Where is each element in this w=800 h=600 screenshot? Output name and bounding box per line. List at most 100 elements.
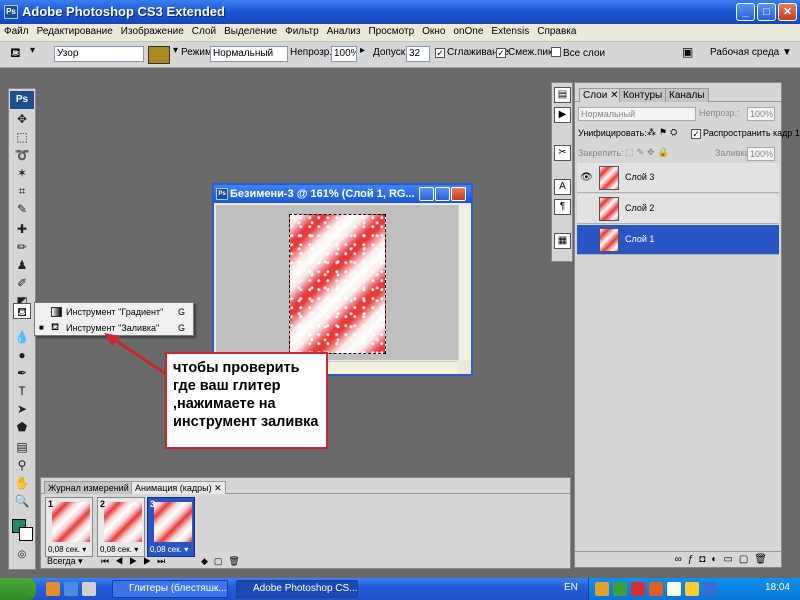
- menu-help[interactable]: Справка: [533, 24, 580, 39]
- clone-stamp-tool-icon[interactable]: ♟: [13, 257, 31, 273]
- menu-edit[interactable]: Редактирование: [33, 24, 117, 39]
- menu-select[interactable]: Выделение: [220, 24, 281, 39]
- taskbar-item-browser[interactable]: Глитеры (блестяшк...: [112, 580, 228, 598]
- notes-tool-icon[interactable]: ▤: [13, 439, 31, 455]
- eye-hidden-icon[interactable]: [580, 234, 592, 246]
- zoom-tool-icon[interactable]: 🔍: [13, 493, 31, 509]
- menu-layer[interactable]: Слой: [188, 24, 220, 39]
- contiguous-checkbox[interactable]: ✓ Смеж.пикс: [496, 47, 558, 58]
- firefox-icon[interactable]: [46, 582, 60, 596]
- character-panel-icon[interactable]: A: [554, 179, 571, 195]
- eye-icon[interactable]: 👁: [580, 172, 593, 184]
- vertical-scrollbar[interactable]: [458, 205, 471, 360]
- close-icon[interactable]: ✕: [610, 90, 618, 101]
- taskbar-item-photoshop[interactable]: Adobe Photoshop CS...: [236, 580, 358, 598]
- menu-extensis[interactable]: Extensis: [487, 24, 533, 39]
- actions-panel-icon[interactable]: ▶: [554, 107, 571, 123]
- tolerance-input[interactable]: 32: [406, 46, 430, 62]
- path-selection-tool-icon[interactable]: ➤: [13, 401, 31, 417]
- close-icon[interactable]: ✕: [214, 483, 222, 493]
- background-color-swatch[interactable]: [19, 527, 33, 541]
- propagate-checkbox[interactable]: ✓ Распространить кадр 1: [691, 128, 800, 139]
- opacity-chevron-icon[interactable]: ▸: [360, 45, 365, 56]
- doc-maximize-button[interactable]: [435, 187, 450, 201]
- frame-edit-buttons[interactable]: ◆▢🗑: [201, 555, 246, 567]
- language-indicator[interactable]: EN: [564, 582, 578, 593]
- tray-icon[interactable]: [613, 582, 627, 596]
- doc-close-button[interactable]: [451, 187, 466, 201]
- menu-view[interactable]: Просмотр: [364, 24, 418, 39]
- eye-hidden-icon[interactable]: [580, 203, 592, 215]
- mode-select[interactable]: Нормальный: [210, 46, 288, 62]
- tab-layers[interactable]: Слои ✕: [579, 88, 623, 102]
- canvas-area[interactable]: [216, 205, 458, 360]
- tab-measurement-log[interactable]: Журнал измерений: [44, 481, 133, 494]
- tray-icon[interactable]: [667, 582, 681, 596]
- volume-icon[interactable]: [703, 582, 717, 596]
- start-button[interactable]: [0, 578, 36, 600]
- glitter-image[interactable]: [289, 214, 386, 354]
- eyedropper-tool-icon[interactable]: ✎: [13, 201, 31, 217]
- trash-icon[interactable]: 🗑: [754, 554, 773, 565]
- pattern-chevron-down-icon[interactable]: ▾: [173, 45, 178, 56]
- history-brush-tool-icon[interactable]: ✐: [13, 275, 31, 291]
- hand-tool-icon[interactable]: ✋: [13, 475, 31, 491]
- menu-analysis[interactable]: Анализ: [323, 24, 365, 39]
- tray-icon[interactable]: [685, 582, 699, 596]
- tray-icon[interactable]: [631, 582, 645, 596]
- minimize-button[interactable]: _: [736, 3, 755, 21]
- loop-select[interactable]: Всегда ▾: [47, 555, 83, 567]
- history-panel-icon[interactable]: ▤: [554, 87, 571, 103]
- opacity-input[interactable]: 100%: [331, 46, 357, 62]
- workspace-icon[interactable]: ▣: [682, 45, 693, 59]
- frame-delay[interactable]: 0,08 сек. ▾: [100, 545, 138, 554]
- menu-window[interactable]: Окно: [418, 24, 449, 39]
- animation-frame[interactable]: 2 0,08 сек. ▾: [97, 497, 145, 557]
- show-desktop-icon[interactable]: [82, 582, 96, 596]
- brush-tool-icon[interactable]: ✏: [13, 239, 31, 255]
- close-button[interactable]: ✕: [778, 3, 797, 21]
- workspace-menu[interactable]: Рабочая среда ▼: [710, 47, 792, 58]
- playback-buttons[interactable]: ⏮◀▶▶⏭: [101, 555, 171, 567]
- dodge-tool-icon[interactable]: ●: [13, 347, 31, 363]
- move-tool-icon[interactable]: ✥: [13, 111, 31, 127]
- new-layer-icon[interactable]: ▢: [739, 554, 754, 565]
- layer-row-selected[interactable]: Слой 1: [577, 225, 779, 255]
- all-layers-checkbox[interactable]: Все слои: [551, 47, 605, 59]
- layer-comps-icon[interactable]: ▦: [554, 233, 571, 249]
- tab-channels[interactable]: Каналы: [665, 88, 709, 102]
- unify-icons[interactable]: ⁂⚑⛭: [647, 127, 680, 138]
- tab-paths[interactable]: Контуры: [619, 88, 667, 102]
- fill-source-select[interactable]: Узор: [54, 46, 144, 62]
- frame-delay[interactable]: 0,08 сек. ▾: [150, 545, 188, 554]
- tab-animation[interactable]: Анимация (кадры) ✕: [131, 481, 226, 494]
- link-layers-icon[interactable]: ∞: [675, 554, 688, 565]
- menu-image[interactable]: Изображение: [117, 24, 188, 39]
- tray-icon[interactable]: [649, 582, 663, 596]
- new-group-icon[interactable]: ▭: [723, 554, 738, 565]
- crop-tool-icon[interactable]: ⌗: [13, 183, 31, 199]
- animation-frame[interactable]: 1 0,08 сек. ▾: [45, 497, 93, 557]
- eyedropper-sample-tool-icon[interactable]: ⚲: [13, 457, 31, 473]
- flyout-item-gradient[interactable]: Инструмент "Градиент" G: [35, 304, 193, 320]
- document-window[interactable]: Ps Безимени-3 @ 161% (Слой 1, RG...: [212, 183, 473, 376]
- magic-wand-tool-icon[interactable]: ✶: [13, 165, 31, 181]
- shape-tool-icon[interactable]: ⬟: [13, 419, 31, 435]
- maximize-button[interactable]: □: [757, 3, 776, 21]
- healing-brush-tool-icon[interactable]: ✚: [13, 221, 31, 237]
- blur-tool-icon[interactable]: 💧: [13, 329, 31, 345]
- tray-icon[interactable]: [595, 582, 609, 596]
- frame-delay[interactable]: 0,08 сек. ▾: [48, 545, 86, 554]
- tool-presets-icon[interactable]: ✂: [554, 145, 571, 161]
- marquee-tool-icon[interactable]: ⬚: [13, 129, 31, 145]
- layer-opacity-input[interactable]: 100%: [747, 107, 775, 121]
- fill-input[interactable]: 100%: [747, 147, 775, 161]
- add-mask-icon[interactable]: ◘: [699, 554, 711, 565]
- lasso-tool-icon[interactable]: ➰: [13, 147, 31, 163]
- blend-mode-select[interactable]: Нормальный: [578, 107, 696, 121]
- animation-frame-selected[interactable]: 3 0,08 сек. ▾: [147, 497, 195, 557]
- type-tool-icon[interactable]: T: [13, 383, 31, 399]
- menu-filter[interactable]: Фильтр: [281, 24, 323, 39]
- tool-preset-chevron-down-icon[interactable]: ▾: [30, 45, 35, 56]
- layer-row[interactable]: Слой 2: [577, 194, 779, 224]
